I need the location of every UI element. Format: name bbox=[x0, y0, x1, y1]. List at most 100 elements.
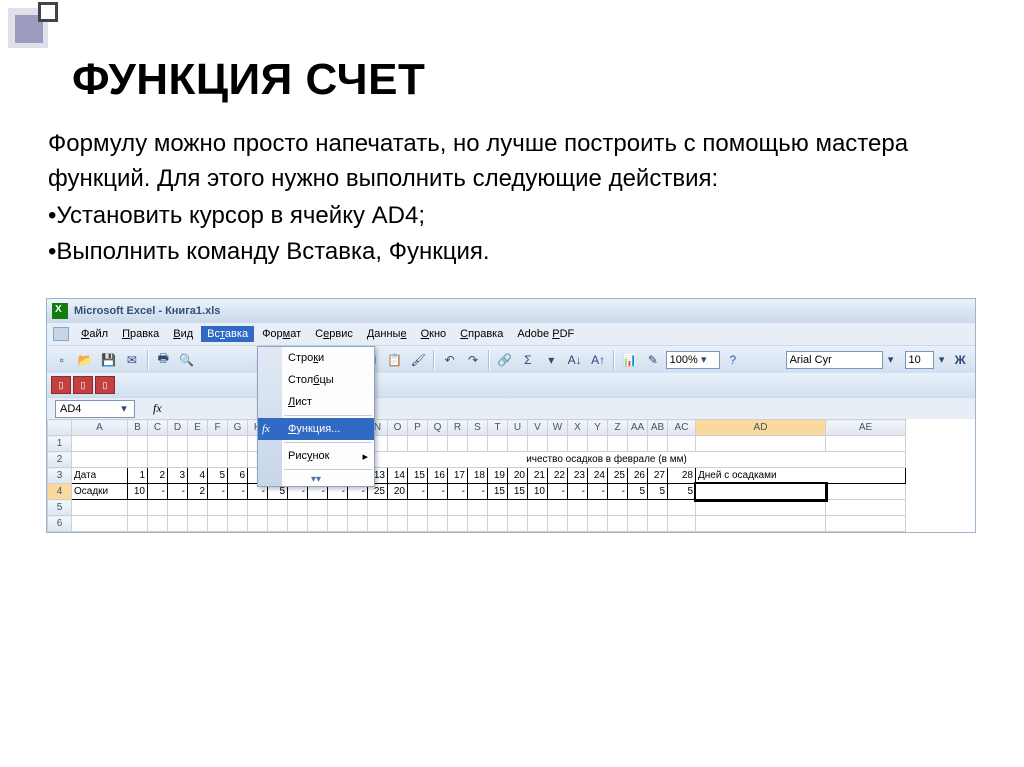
menu-справка[interactable]: Справка bbox=[454, 326, 509, 342]
insert-menu-item-2[interactable]: Лист bbox=[258, 391, 374, 413]
cell[interactable]: - bbox=[148, 484, 168, 500]
col-header-AE[interactable]: AE bbox=[826, 420, 906, 436]
cell[interactable] bbox=[826, 436, 906, 452]
cell[interactable] bbox=[328, 516, 348, 532]
cell[interactable]: 5 bbox=[208, 468, 228, 484]
cell[interactable] bbox=[428, 500, 448, 516]
cell[interactable]: 3 bbox=[168, 468, 188, 484]
cell[interactable] bbox=[168, 436, 188, 452]
cell[interactable] bbox=[668, 500, 696, 516]
cell[interactable] bbox=[148, 436, 168, 452]
insert-menu-item-1[interactable]: Столбцы bbox=[258, 369, 374, 391]
cell[interactable] bbox=[568, 500, 588, 516]
cell[interactable] bbox=[648, 436, 668, 452]
drawing-button[interactable]: ✎ bbox=[642, 349, 663, 371]
cell[interactable] bbox=[428, 516, 448, 532]
cell[interactable] bbox=[448, 436, 468, 452]
help-button[interactable]: ? bbox=[722, 349, 743, 371]
cell[interactable] bbox=[308, 516, 328, 532]
col-header-D[interactable]: D bbox=[168, 420, 188, 436]
cell[interactable] bbox=[468, 436, 488, 452]
cell-row3-ad[interactable]: Дней с осадками bbox=[696, 468, 906, 484]
cell[interactable] bbox=[228, 500, 248, 516]
cell[interactable]: 6 bbox=[228, 468, 248, 484]
col-header-A[interactable]: A bbox=[72, 420, 128, 436]
col-header-B[interactable]: B bbox=[128, 420, 148, 436]
cell[interactable]: 19 bbox=[488, 468, 508, 484]
cell[interactable] bbox=[628, 500, 648, 516]
cell[interactable]: 16 bbox=[428, 468, 448, 484]
col-header-E[interactable]: E bbox=[188, 420, 208, 436]
sort-desc-button[interactable]: A↑ bbox=[587, 349, 608, 371]
cell[interactable] bbox=[408, 500, 428, 516]
cell-row3-label[interactable]: Дата bbox=[72, 468, 128, 484]
cell[interactable]: 15 bbox=[408, 468, 428, 484]
font-size-box[interactable]: 10 bbox=[905, 351, 934, 369]
paste-button[interactable]: 📋 bbox=[384, 349, 405, 371]
insert-menu-item-0[interactable]: Строки bbox=[258, 347, 374, 369]
cell[interactable] bbox=[826, 484, 906, 500]
cell[interactable] bbox=[128, 452, 148, 468]
cell[interactable] bbox=[588, 500, 608, 516]
cell[interactable]: 27 bbox=[648, 468, 668, 484]
cell[interactable] bbox=[72, 436, 128, 452]
cell[interactable]: - bbox=[428, 484, 448, 500]
cell[interactable]: 1 bbox=[128, 468, 148, 484]
cell[interactable]: - bbox=[608, 484, 628, 500]
cell[interactable] bbox=[308, 500, 328, 516]
font-dd[interactable]: ▾ bbox=[885, 353, 897, 366]
cell[interactable] bbox=[208, 436, 228, 452]
cell[interactable] bbox=[548, 500, 568, 516]
cell[interactable]: 5 bbox=[648, 484, 668, 500]
cell[interactable] bbox=[628, 516, 648, 532]
insert-menu-item-4[interactable]: Рисунок▸ bbox=[258, 445, 374, 467]
col-header-W[interactable]: W bbox=[548, 420, 568, 436]
cell[interactable]: 20 bbox=[388, 484, 408, 500]
cell[interactable]: - bbox=[208, 484, 228, 500]
formula-bar[interactable]: fx bbox=[153, 401, 168, 416]
cell[interactable] bbox=[188, 452, 208, 468]
cell[interactable] bbox=[72, 452, 128, 468]
cell[interactable]: 5 bbox=[668, 484, 696, 500]
col-header-F[interactable]: F bbox=[208, 420, 228, 436]
cell[interactable] bbox=[588, 436, 608, 452]
cell[interactable]: 18 bbox=[468, 468, 488, 484]
cell[interactable] bbox=[548, 516, 568, 532]
menu-окно[interactable]: Окно bbox=[415, 326, 453, 342]
cell[interactable] bbox=[468, 500, 488, 516]
cell[interactable] bbox=[528, 436, 548, 452]
cell[interactable] bbox=[826, 516, 906, 532]
cell[interactable] bbox=[648, 500, 668, 516]
cell[interactable] bbox=[208, 500, 228, 516]
cell[interactable] bbox=[826, 500, 906, 516]
col-header-Q[interactable]: Q bbox=[428, 420, 448, 436]
cell[interactable] bbox=[248, 500, 268, 516]
cell[interactable] bbox=[248, 516, 268, 532]
cell[interactable] bbox=[568, 436, 588, 452]
cell[interactable] bbox=[168, 452, 188, 468]
menu-adobe pdf[interactable]: Adobe PDF bbox=[511, 326, 580, 342]
cell[interactable] bbox=[696, 500, 826, 516]
cell[interactable] bbox=[528, 516, 548, 532]
fx-icon[interactable]: fx bbox=[153, 401, 162, 416]
cell[interactable] bbox=[648, 516, 668, 532]
active-cell-ad4[interactable] bbox=[696, 484, 826, 500]
cell[interactable]: 25 bbox=[608, 468, 628, 484]
cell[interactable] bbox=[288, 516, 308, 532]
cell[interactable]: - bbox=[588, 484, 608, 500]
cell[interactable] bbox=[72, 500, 128, 516]
cell[interactable] bbox=[608, 516, 628, 532]
cell[interactable]: 17 bbox=[448, 468, 468, 484]
cell[interactable] bbox=[128, 500, 148, 516]
cell[interactable] bbox=[696, 516, 826, 532]
col-header-O[interactable]: O bbox=[388, 420, 408, 436]
bold-button[interactable]: Ж bbox=[949, 349, 970, 371]
menu-вид[interactable]: Вид bbox=[167, 326, 199, 342]
cell[interactable] bbox=[388, 516, 408, 532]
cell[interactable] bbox=[668, 516, 696, 532]
cell[interactable] bbox=[668, 436, 696, 452]
cell[interactable]: - bbox=[228, 484, 248, 500]
col-header-AC[interactable]: AC bbox=[668, 420, 696, 436]
hyperlink-button[interactable]: 🔗 bbox=[494, 349, 515, 371]
cell[interactable] bbox=[268, 500, 288, 516]
